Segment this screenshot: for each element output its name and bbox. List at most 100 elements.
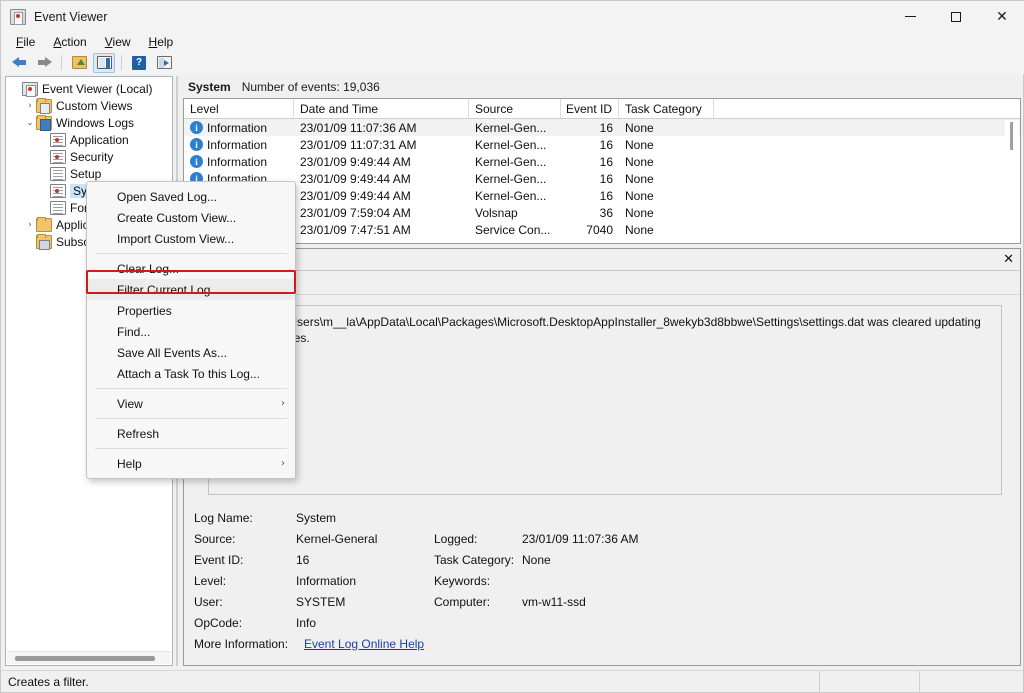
details-tabstrip [184, 271, 1020, 295]
context-menu-item-help[interactable]: Help › [87, 453, 295, 474]
event-viewer-icon [22, 82, 38, 96]
event-list-vertical-scrollbar[interactable] [1005, 120, 1019, 242]
details-field-value: Info [296, 616, 434, 630]
information-icon: i [190, 138, 203, 151]
show-hide-console-tree-button[interactable] [93, 53, 115, 73]
chevron-icon[interactable]: ⌄ [24, 118, 36, 128]
context-menu-item-properties[interactable]: Properties [87, 300, 295, 321]
context-menu-item-filter-current-log[interactable]: Filter Current Log... [87, 279, 295, 300]
chevron-icon[interactable]: › [24, 220, 36, 230]
details-close-icon[interactable]: ✕ [1003, 252, 1014, 267]
context-menu-separator [95, 448, 287, 449]
context-menu-item-label: Properties [117, 304, 172, 318]
log-event-icon [50, 184, 66, 198]
cell-level: iInformation [184, 121, 294, 135]
close-icon: ✕ [996, 10, 1008, 24]
context-menu-item-label: Save All Events As... [117, 346, 227, 360]
menu-view-rest: iew [113, 35, 131, 49]
cell-level-text: Information [207, 138, 267, 152]
more-information-value: Event Log Online Help [304, 637, 424, 651]
context-menu-item-open-saved-log[interactable]: Open Saved Log... [87, 186, 295, 207]
toolbar-separator-2 [121, 55, 122, 70]
details-field-row: OpCode:Info [194, 612, 1010, 633]
context-menu-item-refresh[interactable]: Refresh [87, 423, 295, 444]
table-row[interactable]: iInformation23/01/09 9:49:44 AMKernel-Ge… [184, 170, 1020, 187]
context-menu-item-save-all-events-as[interactable]: Save All Events As... [87, 342, 295, 363]
sidebar-item-security[interactable]: Security [6, 148, 172, 165]
cell-level: i Information [184, 138, 294, 152]
context-menu-item-attach-a-task-to-this-log[interactable]: Attach a Task To this Log... [87, 363, 295, 384]
show-hide-action-pane-button[interactable] [153, 53, 175, 73]
column-header-level[interactable]: Level [184, 99, 294, 118]
event-log-online-help-link[interactable]: Event Log Online Help [304, 637, 424, 651]
menu-file[interactable]: File [9, 34, 42, 50]
context-menu-item-clear-log[interactable]: Clear Log... [87, 258, 295, 279]
maximize-button[interactable] [933, 1, 979, 32]
details-field-row: Log Name:System [194, 507, 1010, 528]
menu-help[interactable]: Help [142, 34, 181, 50]
context-menu-item-label: Import Custom View... [117, 232, 234, 246]
context-menu-item-create-custom-view[interactable]: Create Custom View... [87, 207, 295, 228]
sidebar-item-application[interactable]: Application [6, 131, 172, 148]
sidebar-item-label: Application [70, 133, 129, 147]
table-row[interactable]: iInformation23/01/09 11:07:36 AMKernel-G… [184, 119, 1020, 136]
column-header-datetime[interactable]: Date and Time [294, 99, 469, 118]
cell-datetime: 23/01/09 11:07:36 AM [294, 121, 469, 135]
sidebar-item-label: Event Viewer (Local) [42, 82, 153, 96]
table-row[interactable]: iInformation23/01/09 7:47:51 AMService C… [184, 221, 1020, 238]
forward-button[interactable] [33, 53, 55, 73]
log-icon [50, 167, 66, 181]
sidebar-item-event-viewer-local[interactable]: Event Viewer (Local) [6, 80, 172, 97]
details-field-grid: Log Name:SystemSource:Kernel-GeneralLogg… [194, 507, 1010, 654]
back-button[interactable] [8, 53, 30, 73]
cell-level: iInformation [184, 155, 294, 169]
status-bar: Creates a filter. [1, 670, 1023, 692]
table-row[interactable]: iInformation23/01/09 7:59:04 AMVolsnap36… [184, 204, 1020, 221]
menu-view[interactable]: View [98, 34, 138, 50]
menu-action[interactable]: Action [46, 34, 93, 50]
column-header-event-id[interactable]: Event ID [561, 99, 619, 118]
table-row[interactable]: iInformation23/01/09 11:07:31 AMKernel-G… [184, 136, 1020, 153]
menu-bar: File Action View Help [1, 32, 1024, 51]
cell-event-id: 16 [561, 121, 619, 135]
event-list-header: LevelDate and TimeSourceEvent IDTask Cat… [184, 99, 1020, 119]
context-menu-item-find[interactable]: Find... [87, 321, 295, 342]
cell-level-text: Information [207, 121, 267, 135]
column-header-source[interactable]: Source [469, 99, 561, 118]
event-list[interactable]: LevelDate and TimeSourceEvent IDTask Cat… [183, 98, 1021, 244]
tree-scrollbar-thumb[interactable] [15, 656, 155, 661]
context-menu-item-label: Help [117, 457, 142, 471]
details-field-row: Level:InformationKeywords: [194, 570, 1010, 591]
log-icon [50, 201, 66, 215]
event-list-scrollbar-thumb[interactable] [1010, 122, 1013, 150]
sidebar-item-custom-views[interactable]: ›Custom Views [6, 97, 172, 114]
menu-help-rest: elp [157, 35, 173, 49]
up-one-level-button[interactable] [68, 53, 90, 73]
context-menu-item-import-custom-view[interactable]: Import Custom View... [87, 228, 295, 249]
minimize-button[interactable] [887, 1, 933, 32]
sidebar-item-setup[interactable]: Setup [6, 165, 172, 182]
details-field-value: System [296, 511, 434, 525]
context-menu-separator [95, 388, 287, 389]
menu-file-rest: ile [23, 35, 35, 49]
status-cell-2 [919, 671, 1023, 693]
table-row[interactable]: iInformation23/01/09 9:49:44 AMKernel-Ge… [184, 187, 1020, 204]
chevron-icon[interactable]: › [24, 101, 36, 111]
context-menu-separator [95, 418, 287, 419]
cell-level-text: Information [207, 155, 267, 169]
question-mark-icon: ? [132, 56, 146, 70]
help-button[interactable]: ? [128, 53, 150, 73]
context-menu-item-label: Create Custom View... [117, 211, 236, 225]
sidebar-item-windows-logs[interactable]: ⌄Windows Logs [6, 114, 172, 131]
tree-horizontal-scrollbar[interactable] [7, 651, 171, 664]
close-button[interactable]: ✕ [979, 1, 1024, 32]
folder-icon [36, 218, 52, 232]
chevron-right-icon: › [281, 458, 285, 469]
log-header: System Number of events: 19,036 [183, 76, 1021, 98]
column-header-task-category[interactable]: Task Category [619, 99, 714, 118]
table-row[interactable]: iInformation23/01/09 9:49:44 AMKernel-Ge… [184, 153, 1020, 170]
cell-datetime: 23/01/09 7:59:04 AM [294, 206, 469, 220]
context-menu-item-view[interactable]: View› [87, 393, 295, 414]
cell-source: Kernel-Gen... [469, 172, 561, 186]
window-title: Event Viewer [34, 10, 107, 24]
